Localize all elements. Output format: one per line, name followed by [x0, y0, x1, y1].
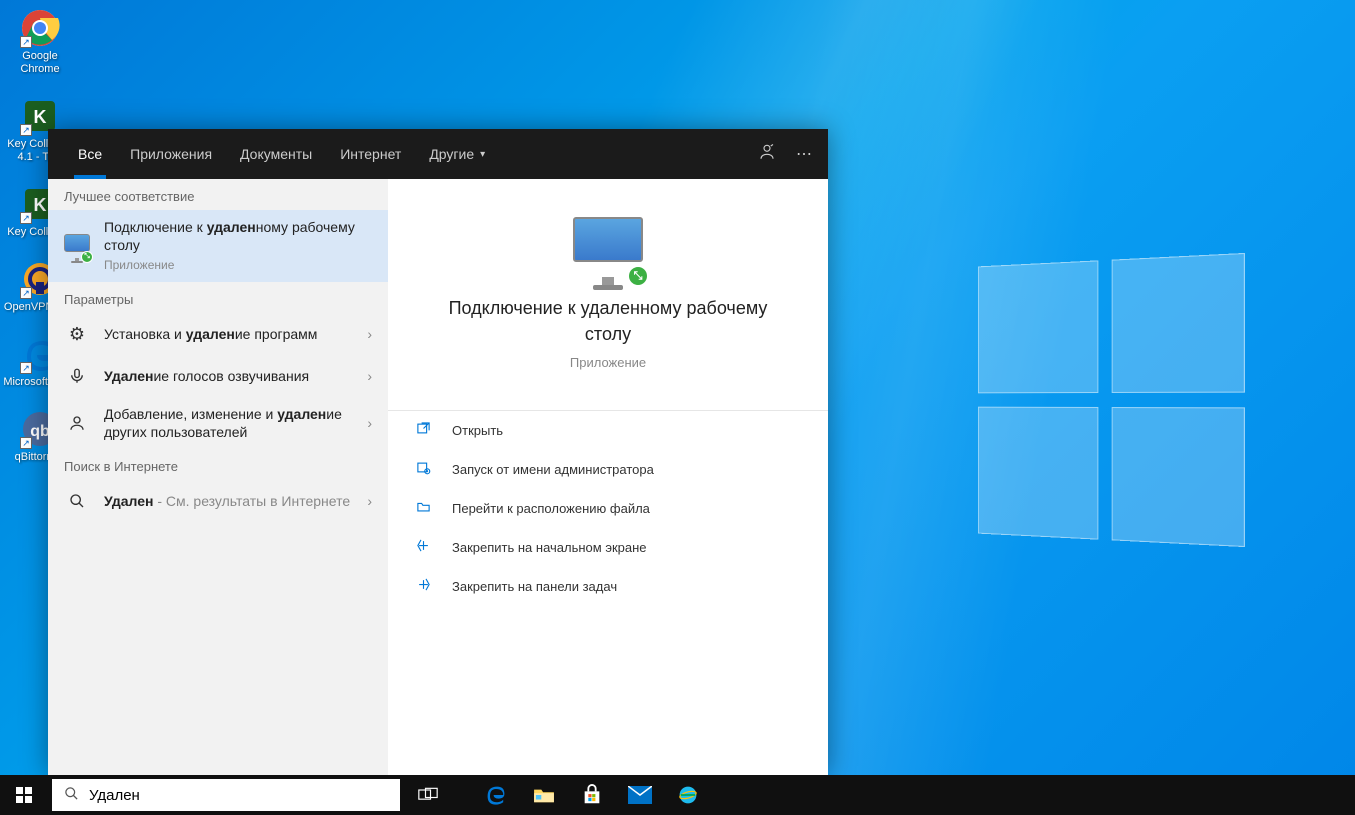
- rdp-app-icon: ⤡: [573, 217, 643, 277]
- tab-all[interactable]: Все: [64, 129, 116, 179]
- search-panel: Все Приложения Документы Интернет Другие…: [48, 129, 828, 775]
- desktop-icon-label: Google Chrome: [2, 50, 78, 76]
- tab-documents[interactable]: Документы: [226, 129, 326, 179]
- shortcut-arrow-icon: ↗: [20, 36, 32, 48]
- gear-icon: ⚙: [64, 321, 90, 347]
- start-button[interactable]: [0, 775, 48, 815]
- action-run-as-admin[interactable]: Запуск от имени администратора: [388, 450, 828, 489]
- pin-taskbar-icon: [416, 577, 438, 596]
- svg-text:K: K: [34, 107, 47, 127]
- taskbar-mail[interactable]: [616, 775, 664, 815]
- search-input[interactable]: [89, 787, 388, 804]
- feedback-icon[interactable]: [758, 143, 776, 166]
- search-icon: [64, 488, 90, 514]
- taskbar-file-explorer[interactable]: [520, 775, 568, 815]
- chevron-right-icon: ›: [367, 326, 372, 342]
- action-open[interactable]: Открыть: [388, 411, 828, 450]
- result-web-search[interactable]: Удален - См. результаты в Интернете ›: [48, 480, 388, 522]
- preview-actions-list: Открыть Запуск от имени администратора П…: [388, 410, 828, 606]
- taskbar-edge[interactable]: [472, 775, 520, 815]
- section-web-search: Поиск в Интернете: [48, 449, 388, 480]
- wallpaper-windows-logo: [978, 253, 1245, 547]
- task-view-button[interactable]: [404, 775, 452, 815]
- open-icon: [416, 421, 438, 440]
- chevron-down-icon: ▾: [480, 149, 485, 160]
- tab-internet[interactable]: Интернет: [326, 129, 415, 179]
- tab-other[interactable]: Другие▾: [415, 129, 499, 179]
- section-best-match: Лучшее соответствие: [48, 179, 388, 210]
- result-manage-users[interactable]: Добавление, изменение и удаление других …: [48, 397, 388, 449]
- taskbar: [0, 775, 1355, 815]
- user-icon: [64, 410, 90, 436]
- desktop-icon-chrome[interactable]: ↗ Google Chrome: [0, 6, 80, 76]
- section-settings: Параметры: [48, 282, 388, 313]
- windows-logo-icon: [16, 787, 32, 803]
- search-icon: [64, 786, 79, 805]
- result-delete-voices[interactable]: Удаление голосов озвучивания ›: [48, 355, 388, 397]
- taskbar-ie[interactable]: [664, 775, 712, 815]
- taskbar-store[interactable]: [568, 775, 616, 815]
- admin-icon: [416, 460, 438, 479]
- search-tabs: Все Приложения Документы Интернет Другие…: [48, 129, 828, 179]
- folder-icon: [416, 499, 438, 518]
- action-open-location[interactable]: Перейти к расположению файла: [388, 489, 828, 528]
- search-preview-pane: ⤡ Подключение к удаленному рабочему стол…: [388, 179, 828, 775]
- action-pin-start[interactable]: Закрепить на начальном экране: [388, 528, 828, 567]
- pin-start-icon: [416, 538, 438, 557]
- taskbar-search-box[interactable]: [52, 779, 400, 811]
- tab-apps[interactable]: Приложения: [116, 129, 226, 179]
- mic-icon: [64, 363, 90, 389]
- svg-text:K: K: [34, 195, 47, 215]
- preview-app-subtitle: Приложение: [570, 355, 646, 370]
- action-pin-taskbar[interactable]: Закрепить на панели задач: [388, 567, 828, 606]
- preview-app-title: Подключение к удаленному рабочему столу: [388, 295, 828, 347]
- result-uninstall-programs[interactable]: ⚙ Установка и удаление программ ›: [48, 313, 388, 355]
- result-rdp-app[interactable]: ⤡ Подключение к удаленному рабочему стол…: [48, 210, 388, 282]
- search-results-list: Лучшее соответствие ⤡ Подключение к удал…: [48, 179, 388, 775]
- more-options-icon[interactable]: ⋯: [796, 144, 812, 164]
